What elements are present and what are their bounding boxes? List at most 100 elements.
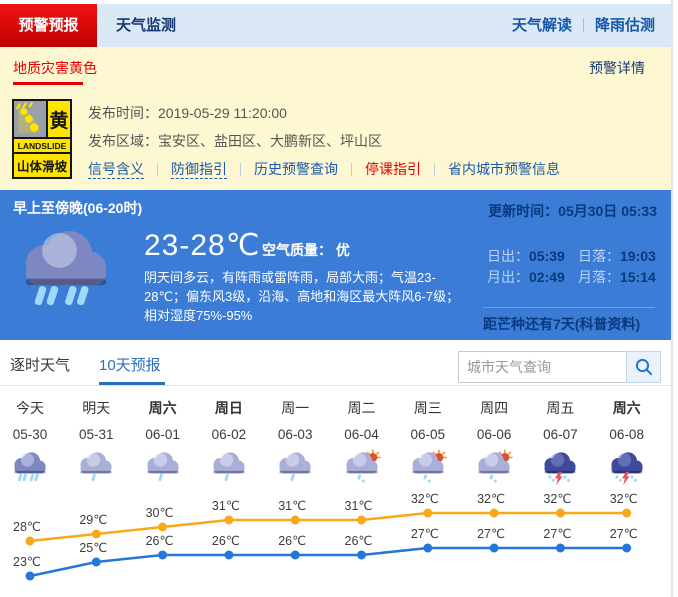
- landslide-icon: [14, 101, 48, 137]
- svg-text:32℃: 32℃: [543, 492, 571, 506]
- heavy-rain-icon: [9, 449, 51, 486]
- heavy-rain-icon: [14, 220, 118, 320]
- weather-page: 预警预报 天气监测 天气解读 降雨估测 地质灾害黄色 预警详情: [0, 0, 678, 597]
- warning-title-underline: [13, 82, 83, 85]
- sun-moon-row: 日出：05:39 日落：19:03: [487, 246, 667, 267]
- warning-link[interactable]: 信号含义: [88, 161, 144, 179]
- warning-detail-link[interactable]: 预警详情: [589, 58, 645, 78]
- shower-icon: [142, 449, 184, 486]
- warning-type-cn: 山体滑坡: [14, 154, 70, 177]
- sun-moon-value: 19:03: [620, 248, 656, 264]
- forecast-day-column[interactable]: 周六 06-01: [130, 398, 196, 491]
- warning-title[interactable]: 地质灾害黄色: [13, 58, 97, 78]
- svg-text:31℃: 31℃: [212, 499, 240, 513]
- warning-link[interactable]: 防御指引: [171, 161, 227, 179]
- day-date: 06-07: [527, 427, 593, 442]
- day-name: 今天: [0, 398, 63, 418]
- forecast-day-column[interactable]: 明天05-31: [63, 398, 129, 491]
- svg-text:26℃: 26℃: [212, 534, 240, 548]
- current-weather-panel: 早上至傍晚(06-20时) 更新时间：05月30日 05:33 23-28℃ 空…: [0, 190, 671, 340]
- sun-moon-row: 月出：02:49月落：15:14: [487, 267, 667, 288]
- sun-moon-times: 日出：05:39日落：19:03月出：02:49月落：15:14: [487, 246, 667, 288]
- separator: [157, 163, 158, 176]
- day-name: 周五: [527, 398, 593, 418]
- day-date: 06-02: [196, 427, 262, 442]
- search-icon: [634, 357, 654, 377]
- update-time: 更新时间：05月30日 05:33: [488, 201, 657, 221]
- svg-text:27℃: 27℃: [543, 527, 571, 541]
- warning-link[interactable]: 省内城市预警信息: [448, 161, 560, 177]
- svg-text:27℃: 27℃: [477, 527, 505, 541]
- warning-link[interactable]: 停课指引: [365, 161, 421, 177]
- thunderstorm-icon: [606, 449, 648, 486]
- svg-text:27℃: 27℃: [411, 527, 439, 541]
- air-quality: 空气质量： 优: [262, 240, 350, 260]
- warning-panel: 地质灾害黄色 预警详情 黄 LANDSLIDE: [0, 47, 671, 190]
- sun-moon-entry: 月出：02:49: [487, 267, 578, 288]
- separator: [351, 163, 352, 176]
- warning-level-char: 黄: [48, 101, 70, 137]
- day-name: 周二: [329, 398, 395, 418]
- sun-moon-entry: 日落：19:03: [578, 246, 656, 267]
- tab-hourly-weather[interactable]: 逐时天气: [10, 354, 70, 375]
- day-date: 05-31: [63, 427, 129, 442]
- link-weather-interpretation[interactable]: 天气解读: [512, 17, 572, 34]
- day-name: 周一: [262, 398, 328, 418]
- landslide-warning-badge: 黄 LANDSLIDE 山体滑坡: [12, 99, 72, 179]
- solar-term-link[interactable]: 距芒种还有7天(科普资料): [483, 314, 640, 334]
- day-name: 周四: [461, 398, 527, 418]
- forecast-day-column[interactable]: 周一 06-03: [262, 398, 328, 491]
- search-button[interactable]: [626, 351, 661, 383]
- divider: [0, 385, 671, 386]
- link-rain-estimate[interactable]: 降雨估测: [595, 17, 655, 34]
- sun-moon-label: 月落：: [578, 269, 620, 285]
- warning-link[interactable]: 历史预警查询: [254, 161, 338, 177]
- day-name: 周六: [130, 398, 196, 418]
- svg-text:32℃: 32℃: [477, 492, 505, 506]
- day-date: 06-01: [130, 427, 196, 442]
- sun-moon-value: 15:14: [620, 269, 656, 285]
- tab-warning-forecast[interactable]: 预警预报: [0, 4, 97, 47]
- svg-text:25℃: 25℃: [79, 541, 107, 555]
- shower-icon: [208, 449, 250, 486]
- tab-ten-day-forecast[interactable]: 10天预报: [99, 354, 161, 375]
- divider: [483, 307, 655, 308]
- weather-description: 阴天间多云，有阵雨或雷阵雨，局部大雨；气温23-28℃；偏东风3级，沿海、高地和…: [144, 268, 464, 325]
- sun-moon-value: 05:39: [529, 248, 565, 264]
- city-weather-search-input[interactable]: [458, 351, 627, 383]
- top-tab-bar: 预警预报 天气监测 天气解读 降雨估测: [0, 4, 671, 47]
- sun-moon-label: 日落：: [578, 248, 620, 264]
- svg-text:29℃: 29℃: [79, 513, 107, 527]
- shower-icon: [75, 449, 117, 486]
- temperature-range: 23-28℃: [144, 228, 260, 263]
- top-links: 天气解读 降雨估测: [512, 4, 655, 47]
- svg-text:26℃: 26℃: [278, 534, 306, 548]
- sun-shower-icon: [473, 449, 515, 486]
- svg-text:26℃: 26℃: [146, 534, 174, 548]
- svg-text:31℃: 31℃: [345, 499, 373, 513]
- day-date: 06-04: [329, 427, 395, 442]
- forecast-day-column[interactable]: 周三 06-05: [395, 398, 461, 491]
- thunderstorm-icon: [539, 449, 581, 486]
- separator: [240, 163, 241, 176]
- forecast-day-column[interactable]: 周六06-08: [594, 398, 660, 491]
- day-date: 06-05: [395, 427, 461, 442]
- sun-moon-label: 日出：: [487, 248, 529, 264]
- sun-shower-icon: [341, 449, 383, 486]
- forecast-day-column[interactable]: 周二 06-04: [329, 398, 395, 491]
- forecast-day-column[interactable]: 今天05-30: [0, 398, 63, 491]
- forecast-day-column[interactable]: 周五 06-07: [527, 398, 593, 491]
- day-name: 周三: [395, 398, 461, 418]
- svg-text:32℃: 32℃: [610, 492, 638, 506]
- scrollbar-track[interactable]: [671, 0, 673, 597]
- forecast-day-column[interactable]: 周日06-02: [196, 398, 262, 491]
- sun-moon-value: 02:49: [529, 269, 565, 285]
- svg-text:27℃: 27℃: [610, 527, 638, 541]
- tab-weather-monitor[interactable]: 天气监测: [116, 4, 176, 47]
- svg-text:26℃: 26℃: [345, 534, 373, 548]
- svg-text:23℃: 23℃: [13, 555, 41, 569]
- temp-chart: 28℃29℃30℃31℃31℃31℃32℃32℃32℃32℃23℃25℃26℃2…: [0, 488, 671, 597]
- forecast-day-column[interactable]: 周四06-06: [461, 398, 527, 491]
- day-date: 06-03: [262, 427, 328, 442]
- svg-text:28℃: 28℃: [13, 520, 41, 534]
